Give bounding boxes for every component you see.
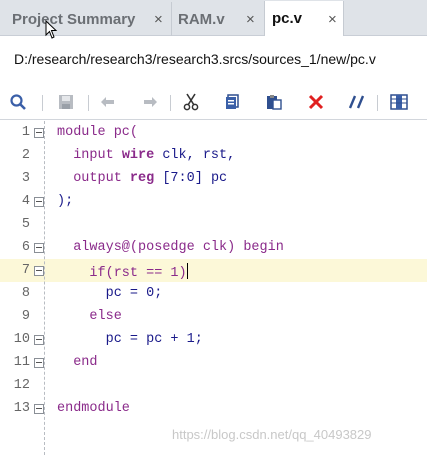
code-text: endmodule	[57, 401, 130, 416]
code-line[interactable]: 9 else	[0, 305, 427, 328]
save-icon[interactable]	[56, 92, 76, 112]
code-token: pc = 0;	[57, 286, 163, 301]
code-token: end	[57, 355, 98, 370]
code-text: if(rst == 1)	[57, 263, 188, 281]
tab-project-summary[interactable]: Project Summary ×	[0, 2, 170, 36]
close-icon[interactable]: ×	[328, 12, 337, 27]
fold-toggle-icon[interactable]	[34, 197, 44, 207]
fold-guide	[44, 121, 45, 455]
code-token: output	[57, 171, 130, 186]
code-text: pc = pc + 1;	[57, 332, 203, 347]
code-line[interactable]: 4);	[0, 190, 427, 213]
line-number: 10	[13, 332, 30, 347]
line-number: 6	[21, 240, 30, 255]
code-token: );	[57, 194, 74, 209]
text-caret	[186, 263, 188, 279]
tab-pc-v[interactable]: pc.v ×	[264, 1, 344, 36]
code-line[interactable]: 11 end	[0, 351, 427, 374]
code-token: if(rst == 1)	[57, 266, 187, 281]
code-line[interactable]: 13 endmodule	[0, 397, 427, 420]
undo-icon[interactable]	[98, 92, 118, 112]
tab-label: pc.v	[272, 10, 303, 27]
copy-icon[interactable]	[222, 92, 242, 112]
code-text: input wire clk, rst,	[57, 148, 235, 163]
code-token: module pc(	[57, 125, 139, 140]
line-number: 5	[21, 217, 30, 232]
code-line[interactable]: 8 pc = 0;	[0, 282, 427, 305]
line-number: 11	[13, 355, 30, 370]
close-icon[interactable]: ×	[154, 12, 163, 27]
code-token: input	[57, 148, 122, 163]
editor-toolbar	[0, 84, 427, 120]
tab-ram-v[interactable]: RAM.v ×	[171, 2, 263, 36]
columns-icon[interactable]	[389, 92, 409, 112]
code-text: always@(posedge clk) begin	[57, 240, 284, 255]
delete-icon[interactable]	[306, 92, 326, 112]
code-token: reg	[129, 171, 155, 186]
line-number: 12	[13, 378, 30, 393]
search-icon[interactable]	[8, 92, 28, 112]
close-icon[interactable]: ×	[246, 12, 255, 27]
redo-icon[interactable]	[140, 92, 160, 112]
line-number: 13	[13, 401, 30, 416]
code-line[interactable]: 2 input wire clk, rst,	[0, 144, 427, 167]
watermark: https://blog.csdn.net/qq_40493829	[172, 427, 372, 442]
line-number: 3	[21, 171, 30, 186]
line-number: 4	[21, 194, 30, 209]
code-line[interactable]: 12	[0, 374, 427, 397]
code-token: pc = pc + 1;	[57, 332, 203, 347]
line-number: 7	[21, 263, 30, 278]
code-text: output reg [7:0] pc	[57, 171, 227, 186]
code-line[interactable]: 3 output reg [7:0] pc	[0, 167, 427, 190]
tab-label: Project Summary	[12, 10, 136, 28]
code-line[interactable]: 1 module pc(	[0, 121, 427, 144]
fold-toggle-icon[interactable]	[34, 128, 44, 138]
code-token: endmodule	[57, 401, 130, 416]
code-line[interactable]: 6 always@(posedge clk) begin	[0, 236, 427, 259]
code-token: else	[57, 309, 122, 324]
fold-toggle-icon[interactable]	[34, 266, 44, 276]
tab-label: RAM.v	[178, 10, 225, 28]
code-text: else	[57, 309, 122, 324]
file-path: D:/research/research3/research3.srcs/sou…	[14, 51, 376, 67]
code-line[interactable]: 10 pc = pc + 1;	[0, 328, 427, 351]
code-text: module pc(	[57, 125, 138, 140]
line-number: 8	[21, 286, 30, 301]
fold-toggle-icon[interactable]	[34, 404, 44, 414]
code-line[interactable]: 5	[0, 213, 427, 236]
tab-bar: Project Summary × RAM.v × pc.v ×	[0, 0, 427, 39]
cut-icon[interactable]	[181, 92, 201, 112]
code-line[interactable]: 7 if(rst == 1)	[0, 259, 427, 282]
comment-icon[interactable]	[347, 92, 367, 112]
code-editor[interactable]: 1 module pc(2 input wire clk, rst, 3 outpu…	[0, 121, 427, 455]
fold-toggle-icon[interactable]	[34, 243, 44, 253]
line-number: 2	[21, 148, 30, 163]
line-number: 9	[21, 309, 30, 324]
code-token: [7:0] pc	[154, 171, 228, 186]
line-number: 1	[21, 125, 30, 140]
mouse-cursor-icon	[45, 20, 58, 39]
code-text: );	[57, 194, 73, 209]
code-text: end	[57, 355, 98, 370]
code-text: pc = 0;	[57, 286, 163, 301]
fold-toggle-icon[interactable]	[34, 335, 44, 345]
code-token: always@(posedge clk) begin	[57, 240, 284, 255]
code-token: wire	[121, 148, 155, 163]
fold-toggle-icon[interactable]	[34, 358, 44, 368]
paste-icon[interactable]	[264, 92, 284, 112]
code-token: clk, rst,	[154, 148, 236, 163]
